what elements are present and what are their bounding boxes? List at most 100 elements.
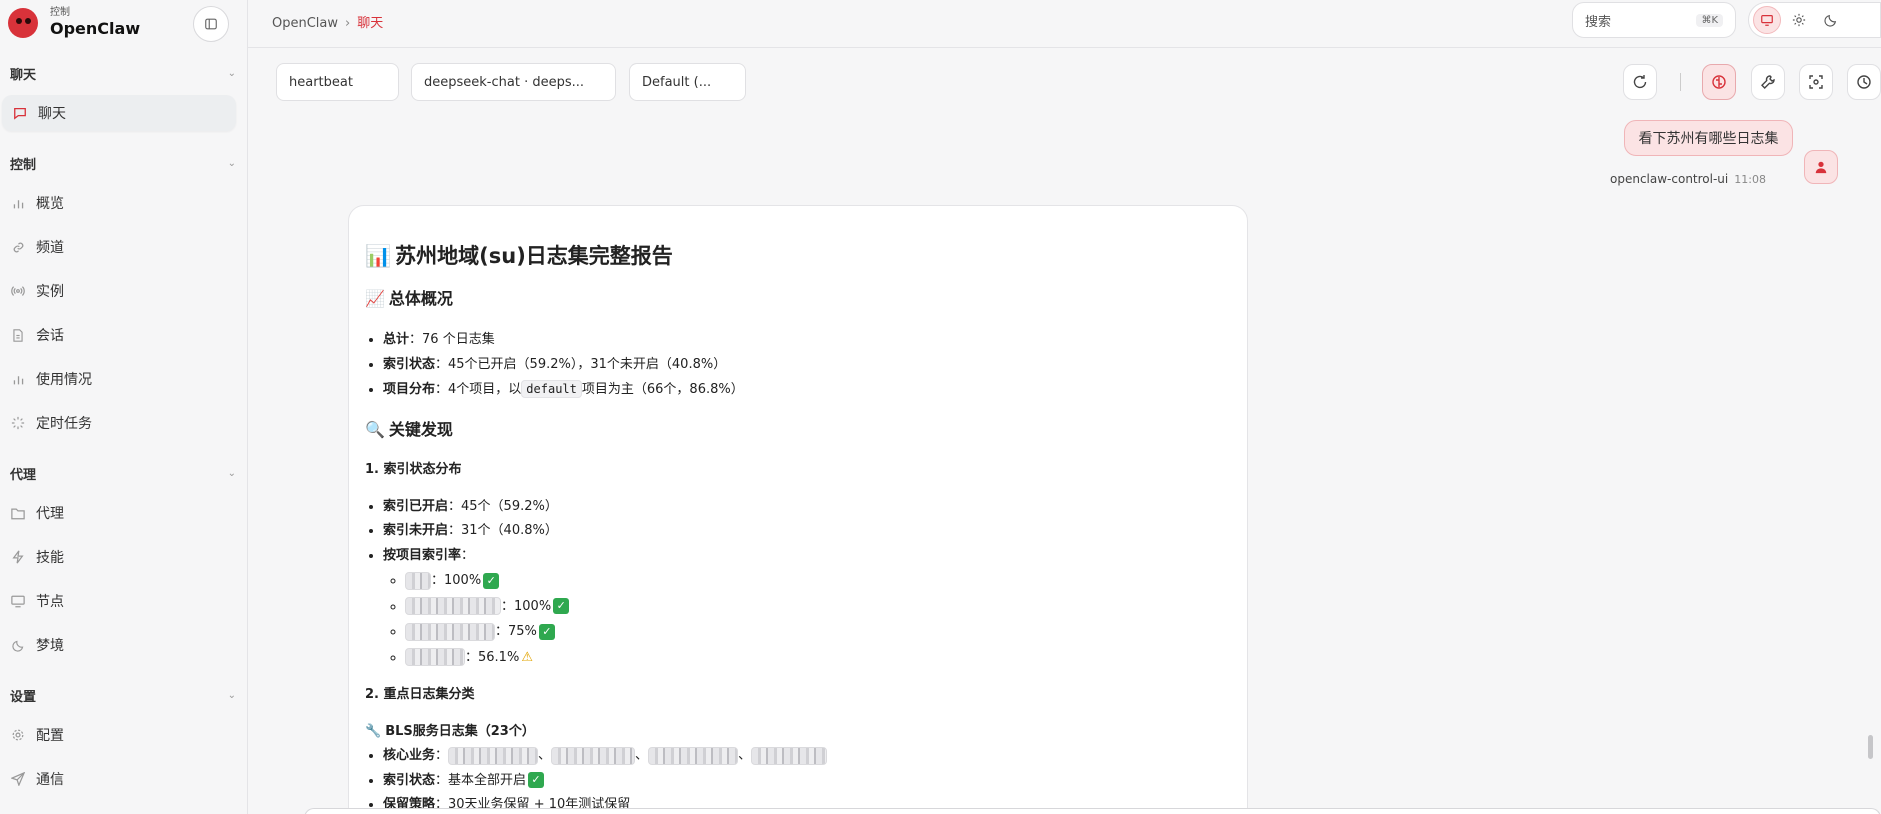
message-composer[interactable] <box>304 808 1881 814</box>
project-rate-list: ：100%✓ ：100%✓ ：75%✓ ：56.1%⚠ <box>383 568 1225 670</box>
user-icon <box>1815 161 1827 174</box>
refresh-button[interactable] <box>1623 64 1657 100</box>
sidebar-item-label: 梦境 <box>36 638 64 654</box>
warning-icon: ⚠ <box>521 649 533 665</box>
sidebar-toggle-button[interactable] <box>193 6 229 42</box>
brain-icon <box>1712 75 1726 89</box>
list-item: 按项目索引率： ：100%✓ ：100%✓ ：75%✓ ：56.1%⚠ <box>383 544 1225 671</box>
sidebar-item-chat[interactable]: 聊天 <box>2 95 236 131</box>
list-item: 索引状态：基本全部开启✓ <box>383 769 1225 794</box>
session-select[interactable]: heartbeat <box>276 63 399 101</box>
sidebar-item-agents[interactable]: 代理 <box>0 495 236 531</box>
theme-light-button[interactable] <box>1785 6 1813 34</box>
redacted-text <box>448 746 539 765</box>
theme-switcher <box>1748 2 1881 38</box>
sidebar-item-label: 定时任务 <box>36 416 92 432</box>
overview-heading: 📈 总体概况 <box>365 289 453 308</box>
profile-select[interactable]: Default (... <box>629 63 746 101</box>
model-select[interactable]: deepseek-chat · deeps... <box>411 63 616 101</box>
section-control[interactable]: 控制 ⌄ <box>10 154 236 173</box>
sidebar-item-comm[interactable]: 通信 <box>0 761 236 797</box>
sidebar-item-instances[interactable]: 实例 <box>0 273 236 309</box>
section-label: 控制 <box>10 158 37 173</box>
sidebar-panel-icon <box>205 18 217 30</box>
bar-chart-icon <box>10 371 26 387</box>
chevron-down-icon: ⌄ <box>227 158 236 169</box>
sidebar: 控制 OpenClaw 聊天 ⌄ 聊天 控制 ⌄ 概览 频道 实例 会话 使用情况 … <box>0 0 248 814</box>
check-icon: ✓ <box>483 572 500 589</box>
chevron-down-icon: ⌄ <box>227 68 236 79</box>
sidebar-item-overview[interactable]: 概览 <box>0 185 236 221</box>
redacted-text <box>405 622 495 641</box>
check-icon: ✓ <box>553 598 570 614</box>
sidebar-item-usage[interactable]: 使用情况 <box>0 361 236 397</box>
sidebar-item-label: 通信 <box>36 772 64 788</box>
tools-button[interactable] <box>1751 64 1785 100</box>
sidebar-item-config[interactable]: 配置 <box>0 717 236 753</box>
sidebar-item-sessions[interactable]: 会话 <box>0 317 236 353</box>
section-label: 代理 <box>10 468 37 483</box>
message-time: 11:08 <box>1734 173 1766 186</box>
focus-button[interactable] <box>1799 64 1833 100</box>
scrollbar-thumb[interactable] <box>1868 735 1873 759</box>
breadcrumb: OpenClaw › 聊天 <box>272 16 384 31</box>
message-sender: openclaw-control-ui <box>1610 172 1729 186</box>
history-button[interactable] <box>1847 64 1881 100</box>
chevron-down-icon: ⌄ <box>227 468 236 479</box>
list-item: 项目分布：4个项目，以default项目为主（66个，86.8%） <box>383 377 1225 403</box>
folder-icon <box>10 505 26 521</box>
brand[interactable]: 控制 OpenClaw <box>8 6 140 40</box>
check-icon: ✓ <box>528 772 545 788</box>
broadcast-icon <box>10 283 26 299</box>
sidebar-item-label: 节点 <box>36 594 64 610</box>
theme-dark-button[interactable] <box>1817 6 1845 34</box>
breadcrumb-current: 聊天 <box>357 16 384 31</box>
sidebar-item-label: 配置 <box>36 728 64 744</box>
list-item: 索引未开启：31个（40.8%） <box>383 519 1225 544</box>
sidebar-item-label: 技能 <box>36 550 64 566</box>
document-icon <box>10 327 26 343</box>
redacted-text <box>405 597 501 615</box>
sidebar-item-channels[interactable]: 频道 <box>0 229 236 265</box>
sidebar-item-skills[interactable]: 技能 <box>0 539 236 575</box>
redacted-text <box>751 746 828 765</box>
list-item: 索引已开启：45个（59.2%） <box>383 495 1225 520</box>
top-bar: OpenClaw › 聊天 搜索 ⌘K <box>248 0 1881 48</box>
section-chat[interactable]: 聊天 ⌄ <box>10 64 236 83</box>
user-message-bubble: 看下苏州有哪些日志集 <box>1624 120 1793 156</box>
gear-icon <box>10 727 26 743</box>
brand-subtitle: 控制 <box>50 7 70 18</box>
send-icon <box>10 771 26 787</box>
section-agents[interactable]: 代理 ⌄ <box>10 464 236 483</box>
list-item: ：75%✓ <box>405 619 1225 645</box>
search-input[interactable]: 搜索 ⌘K <box>1572 2 1736 38</box>
list-item: 核心业务：、、、 <box>383 744 1225 769</box>
monitor-icon <box>1761 15 1773 26</box>
chat-bubble-icon <box>12 105 28 121</box>
search-placeholder: 搜索 <box>1585 14 1612 30</box>
thinking-toggle-button[interactable] <box>1702 64 1736 100</box>
sidebar-item-cron[interactable]: 定时任务 <box>0 405 236 441</box>
avatar <box>1804 150 1838 184</box>
bar-chart-icon <box>10 195 26 211</box>
lightning-icon <box>10 549 26 565</box>
section-label: 设置 <box>10 690 37 705</box>
link-icon <box>10 239 26 255</box>
sidebar-item-dreams[interactable]: 梦境 <box>0 627 236 663</box>
section-label: 聊天 <box>10 68 37 83</box>
focus-frame-icon <box>1809 75 1823 89</box>
sidebar-item-label: 使用情况 <box>36 372 92 388</box>
openclaw-logo <box>8 8 38 38</box>
sidebar-item-nodes[interactable]: 节点 <box>0 583 236 619</box>
bls-heading: 🔧 BLS服务日志集（23个） <box>365 724 535 739</box>
check-icon: ✓ <box>538 623 555 640</box>
theme-system-button[interactable] <box>1753 6 1781 34</box>
user-message-meta: openclaw-control-ui 11:08 <box>1610 172 1766 186</box>
breadcrumb-root[interactable]: OpenClaw <box>272 16 338 31</box>
list-item: ：100%✓ <box>405 568 1225 594</box>
monitor-icon <box>10 593 26 609</box>
clock-icon <box>1857 75 1871 89</box>
wrench-icon <box>1761 75 1775 89</box>
section-settings[interactable]: 设置 ⌄ <box>10 686 236 705</box>
chevron-down-icon: ⌄ <box>227 690 236 701</box>
